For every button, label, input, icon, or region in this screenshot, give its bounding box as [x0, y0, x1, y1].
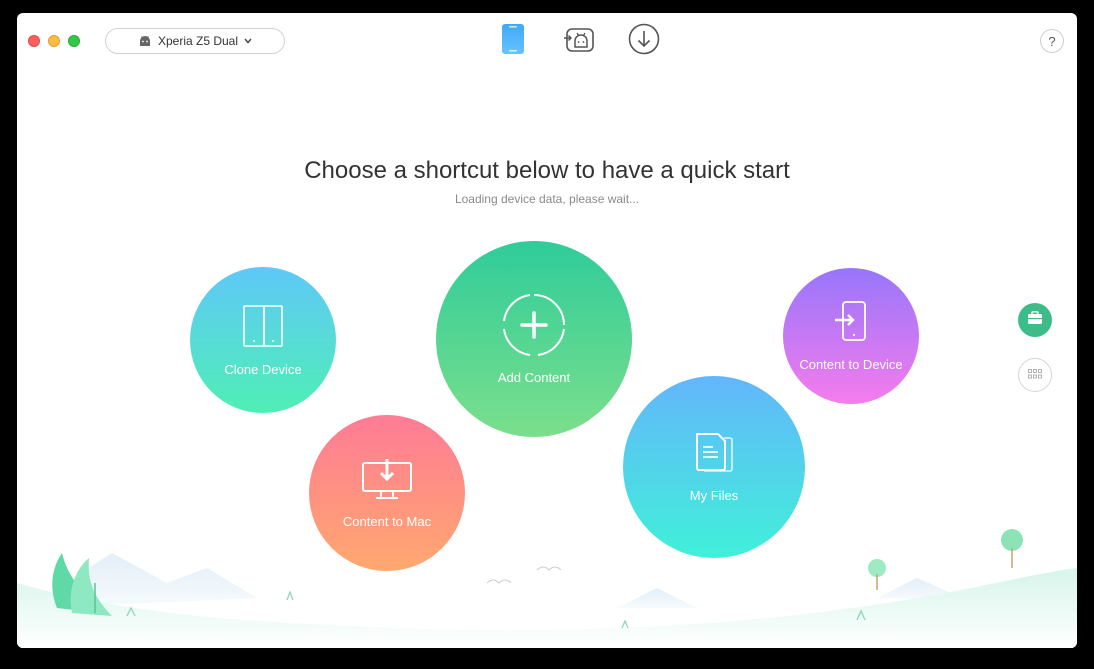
monitor-download-icon — [361, 457, 413, 506]
app-window: Xperia Z5 Dual ? Choose a shortcut below… — [17, 13, 1077, 648]
content-to-mac-button[interactable]: Content to Mac — [309, 415, 465, 571]
tab-android-mover[interactable] — [561, 23, 597, 59]
phone-icon — [501, 23, 525, 60]
page-title: Choose a shortcut below to have a quick … — [304, 157, 790, 184]
landscape-illustration — [17, 529, 1077, 648]
loading-status: Loading device data, please wait... — [454, 192, 640, 206]
grid-icon — [1028, 366, 1042, 384]
leaf-plant-icon — [52, 553, 102, 613]
tab-downloader[interactable] — [626, 23, 662, 59]
device-name: Xperia Z5 Dual — [157, 34, 239, 48]
add-circle-icon — [502, 293, 566, 362]
clone-device-label: Clone Device — [224, 362, 302, 377]
help-button[interactable]: ? — [1040, 29, 1064, 53]
zoom-window-button[interactable] — [68, 35, 80, 47]
bird-icon — [486, 579, 512, 584]
content-to-device-label: Content to Device — [799, 357, 903, 372]
close-window-button[interactable] — [28, 35, 40, 47]
clone-device-button[interactable]: Clone Device — [190, 267, 336, 413]
android-icon — [138, 35, 152, 47]
add-content-label: Add Content — [497, 370, 571, 385]
tree-icon — [1001, 529, 1023, 551]
content-to-device-button[interactable]: Content to Device — [783, 268, 919, 404]
android-transfer-icon — [563, 25, 595, 58]
content-to-mac-label: Content to Mac — [342, 514, 432, 529]
phone-import-icon — [831, 300, 871, 349]
my-files-button[interactable]: My Files — [623, 376, 805, 558]
minimize-window-button[interactable] — [48, 35, 60, 47]
help-label: ? — [1048, 33, 1056, 49]
tab-device[interactable] — [495, 23, 531, 59]
download-icon — [628, 23, 660, 60]
files-icon — [692, 431, 736, 480]
device-selector[interactable]: Xperia Z5 Dual — [105, 28, 285, 54]
toolkit-button[interactable] — [1018, 303, 1052, 337]
add-content-button[interactable]: Add Content — [436, 241, 632, 437]
chevron-down-icon — [244, 38, 252, 44]
apps-grid-button[interactable] — [1018, 358, 1052, 392]
toolbox-icon — [1027, 310, 1043, 330]
clone-device-icon — [241, 303, 285, 354]
my-files-label: My Files — [689, 488, 739, 503]
